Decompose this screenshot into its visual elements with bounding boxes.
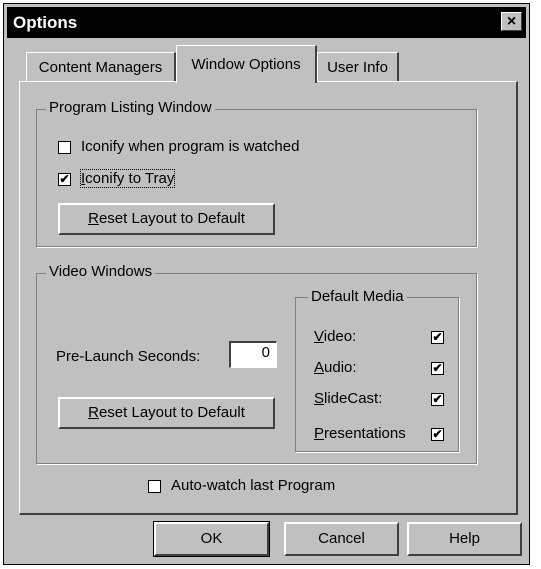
iconify-tray-label: Iconify to Tray — [79, 169, 176, 188]
tab-window-options[interactable]: Window Options — [176, 45, 317, 83]
window-title: Options — [13, 13, 78, 32]
check-icon: ✔ — [59, 172, 70, 186]
check-icon: ✔ — [432, 361, 443, 375]
media-audio-checkbox[interactable]: ✔ — [431, 362, 444, 375]
media-presentations-label: Presentations — [314, 425, 406, 442]
tab-label: Window Options — [191, 56, 301, 73]
media-audio-label: Audio: — [314, 359, 357, 376]
close-button[interactable]: × — [501, 12, 522, 31]
media-slidecast-checkbox[interactable]: ✔ — [431, 393, 444, 406]
auto-watch-checkbox[interactable] — [148, 480, 161, 493]
tab-user-info[interactable]: User Info — [317, 52, 399, 84]
tab-label: User Info — [327, 59, 388, 76]
check-icon: ✔ — [432, 427, 443, 441]
default-media-title: Default Media — [308, 288, 407, 305]
tab-content-managers[interactable]: Content Managers — [26, 52, 176, 84]
iconify-watched-checkbox[interactable] — [58, 141, 71, 154]
title-bar: Options × — [7, 7, 526, 38]
tab-panel-window-options: Program Listing Window Iconify when prog… — [19, 81, 518, 515]
reset-layout-button-video[interactable]: Reset Layout to Default — [58, 397, 275, 429]
media-video-label: Video: — [314, 328, 357, 345]
prelaunch-seconds-input[interactable]: 0 — [229, 341, 277, 368]
iconify-watched-label: Iconify when program is watched — [81, 138, 300, 155]
help-button[interactable]: Help — [407, 522, 522, 556]
check-icon: ✔ — [432, 330, 443, 344]
prelaunch-label: Pre-Launch Seconds: — [56, 348, 201, 365]
ok-button[interactable]: OK — [153, 521, 270, 557]
tab-label: Content Managers — [38, 59, 163, 76]
program-listing-title: Program Listing Window — [46, 99, 215, 116]
media-slidecast-label: SlideCast: — [314, 390, 383, 407]
check-icon: ✔ — [432, 392, 443, 406]
iconify-tray-checkbox[interactable]: ✔ — [58, 173, 71, 186]
reset-layout-button-program[interactable]: Reset Layout to Default — [58, 203, 275, 235]
video-windows-title: Video Windows — [46, 263, 156, 280]
media-video-checkbox[interactable]: ✔ — [431, 331, 444, 344]
auto-watch-label: Auto-watch last Program — [171, 477, 336, 494]
media-presentations-checkbox[interactable]: ✔ — [431, 428, 444, 441]
cancel-button[interactable]: Cancel — [284, 522, 399, 556]
